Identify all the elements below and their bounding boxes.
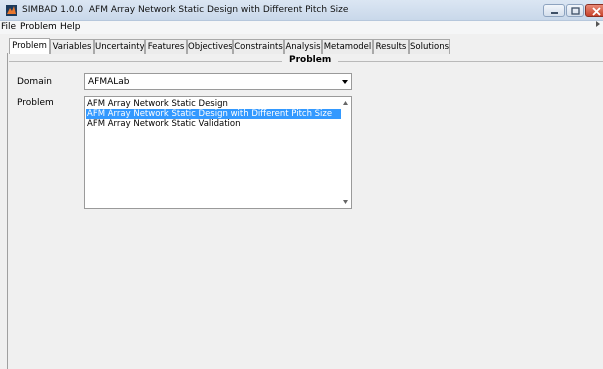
tab-variables[interactable]: Variables [50, 39, 94, 54]
tab-objectives[interactable]: Objectives [187, 39, 233, 54]
menu-file[interactable]: File [1, 22, 16, 32]
maximize-button[interactable] [566, 4, 584, 17]
tab-constraints[interactable]: Constraints [233, 39, 284, 54]
domain-dropdown[interactable]: AFMALab [84, 73, 352, 90]
close-button[interactable] [585, 4, 603, 17]
domain-label: Domain [17, 77, 52, 87]
scroll-up-icon[interactable] [343, 101, 348, 105]
close-icon [592, 7, 601, 16]
scroll-down-icon[interactable] [343, 200, 348, 204]
panel-border [7, 53, 8, 369]
app-name: SIMBAD 1.0.0 [22, 5, 84, 15]
problem-label: Problem [17, 98, 54, 108]
tab-uncertainty[interactable]: Uncertainty [94, 39, 145, 54]
menu-help[interactable]: Help [60, 22, 81, 32]
panel-title: Problem [282, 55, 339, 65]
domain-value: AFMALab [88, 77, 130, 87]
problem-list[interactable]: AFM Array Network Static Design AFM Arra… [84, 96, 352, 209]
minimize-icon [551, 12, 558, 14]
toolbar-toggle-icon[interactable] [596, 21, 600, 27]
document-title: AFM Array Network Static Design with Dif… [88, 5, 349, 15]
list-item[interactable]: AFM Array Network Static Design [86, 99, 341, 109]
tab-results[interactable]: Results [373, 39, 409, 54]
tab-features[interactable]: Features [145, 39, 187, 54]
list-item-selected[interactable]: AFM Array Network Static Design with Dif… [86, 109, 341, 119]
menu-problem[interactable]: Problem [20, 22, 57, 32]
matlab-icon [6, 5, 17, 16]
chevron-down-icon[interactable] [342, 80, 348, 84]
tab-problem[interactable]: Problem [9, 38, 50, 54]
list-item[interactable]: AFM Array Network Static Validation [86, 119, 341, 129]
tab-metamodel[interactable]: Metamodel [322, 39, 373, 54]
menu-bar: File Problem Help [0, 21, 603, 34]
window-title: SIMBAD 1.0.0 AFM Array Network Static De… [22, 5, 348, 15]
title-bar: SIMBAD 1.0.0 AFM Array Network Static De… [0, 0, 603, 21]
tab-analysis[interactable]: Analysis [284, 39, 322, 54]
maximize-icon [571, 7, 580, 15]
minimize-button[interactable] [543, 4, 565, 17]
tab-solutions[interactable]: Solutions [409, 39, 450, 54]
